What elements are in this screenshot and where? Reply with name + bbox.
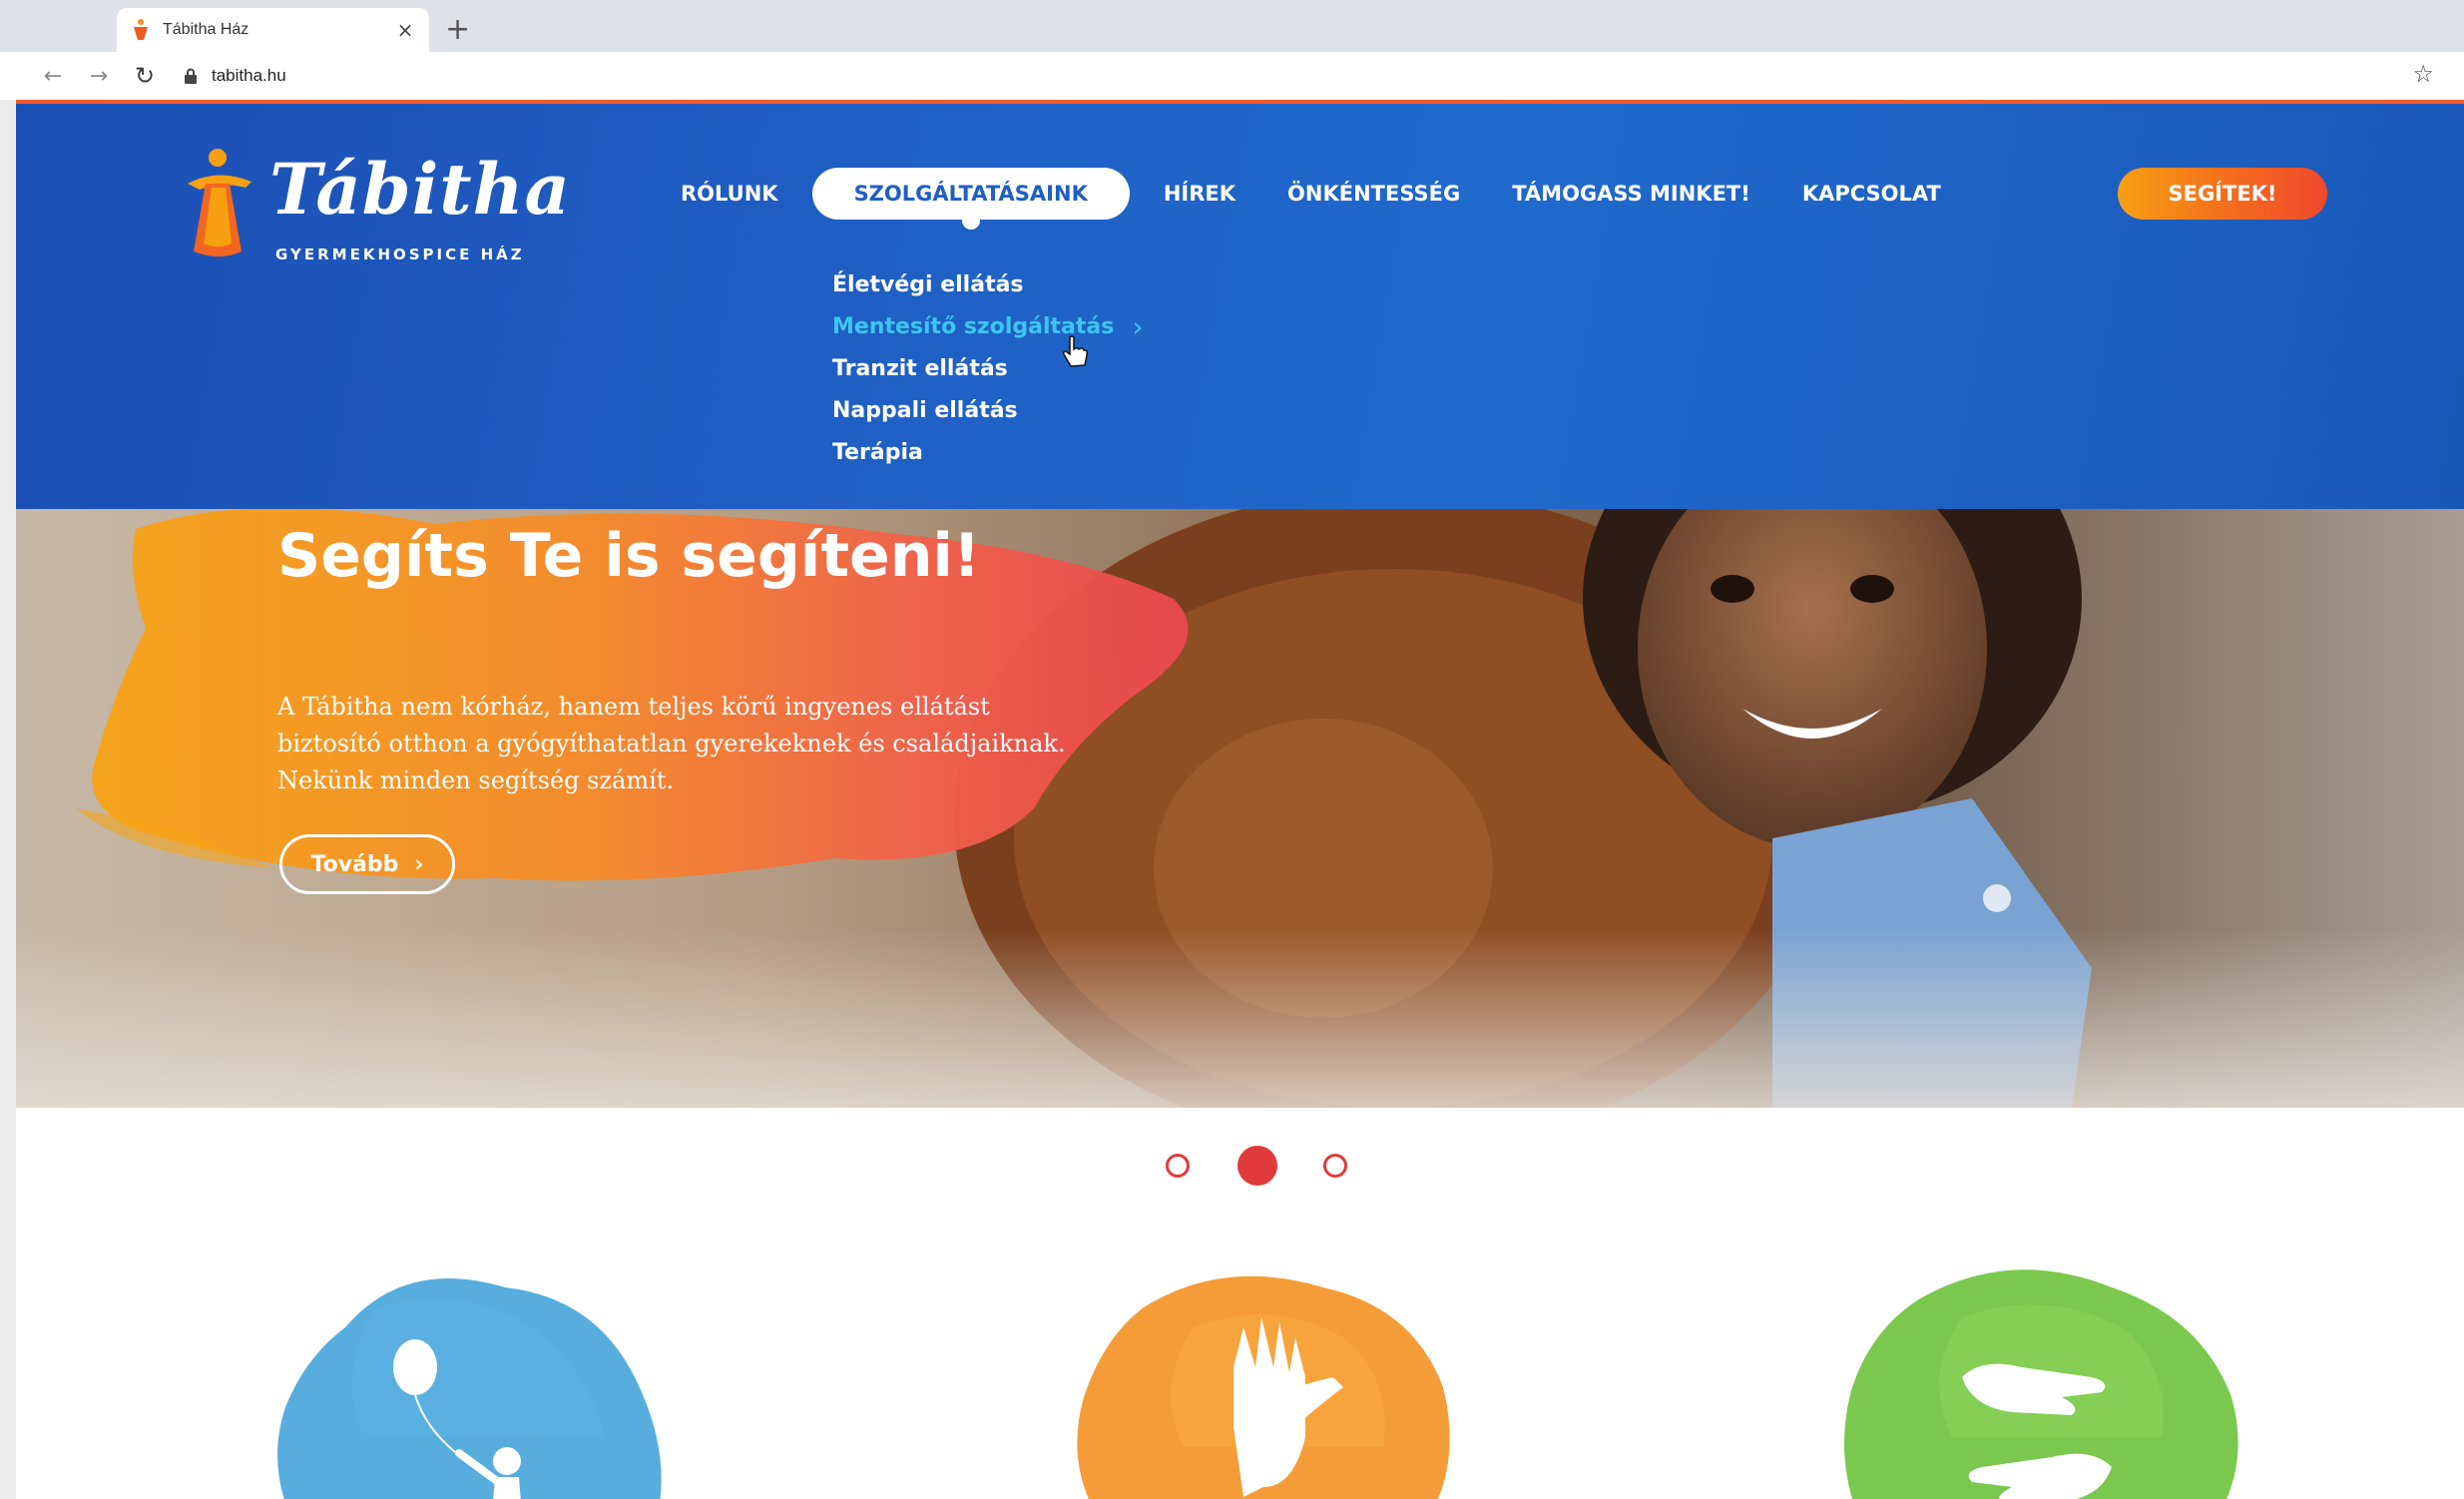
tab-title: Tábitha Ház [163, 21, 249, 38]
feature-card-2[interactable] [1044, 1267, 1503, 1499]
submenu-item-label: Tranzit ellátás [832, 355, 1008, 381]
submenu-item-label: Életvégi ellátás [832, 271, 1024, 297]
tabitha-figure-icon [188, 149, 251, 256]
hero-description-line: biztosító otthon a gyógyíthatatlan gyere… [277, 730, 1066, 757]
nav-item-szolgaltatasaink[interactable]: SZOLGÁLTATÁSAINK [811, 168, 1130, 230]
browser-chrome: Tábitha Ház × + ← → ↻ tabitha.hu ☆ [0, 0, 2464, 100]
services-dropdown: Életvégi ellátás Mentesítő szolgáltatás ›… [832, 263, 1144, 473]
hero-description: A Tábitha nem kórház, hanem teljes körű … [277, 689, 1096, 799]
carousel-dot-1[interactable] [1166, 1154, 1190, 1178]
hero-description-line: Nekünk minden segítség számít. [277, 766, 675, 794]
nav-item-kapcsolat[interactable]: KAPCSOLAT [1776, 168, 1967, 220]
logo-wordmark: Tábitha [269, 148, 571, 231]
hero-floor-fade [16, 928, 2464, 1108]
forward-icon[interactable]: → [76, 64, 122, 89]
helping-hands-icon [1077, 1275, 1450, 1499]
logo-subtitle: GYERMEKHOSPICE HÁZ [275, 246, 525, 263]
child-with-balloon-icon [277, 1278, 662, 1499]
tabitha-favicon-icon [134, 19, 148, 40]
carousel-dot-3[interactable] [1323, 1154, 1347, 1178]
giving-hands-icon [1844, 1269, 2238, 1499]
browser-toolbar: ← → ↻ tabitha.hu ☆ [0, 52, 2464, 100]
browser-tab[interactable]: Tábitha Ház × [117, 8, 429, 52]
address-bar[interactable]: tabitha.hu [184, 59, 2399, 93]
nav-item-rolunk[interactable]: RÓLUNK [655, 168, 804, 220]
nav-item-tamogass-minket[interactable]: TÁMOGASS MINKET! [1486, 168, 1776, 220]
reload-icon[interactable]: ↻ [122, 62, 168, 90]
new-tab-button[interactable]: + [445, 12, 470, 47]
nav-item-onkentesseg[interactable]: ÖNKÉNTESSÉG [1261, 168, 1486, 220]
web-page: Tábitha GYERMEKHOSPICE HÁZ RÓLUNK SZOLGÁ… [16, 100, 2464, 1499]
feature-card-3[interactable] [1812, 1267, 2271, 1499]
submenu-item-label: Nappali ellátás [832, 397, 1018, 423]
submenu-item-eletvegi[interactable]: Életvégi ellátás [832, 263, 1144, 305]
tovabb-button[interactable]: Tovább › [279, 834, 455, 894]
nav-item-hirek[interactable]: HÍREK [1138, 168, 1261, 220]
feature-card-1[interactable] [255, 1267, 715, 1499]
hero-banner: Segíts Te is segíteni! A Tábitha nem kór… [16, 509, 2464, 1108]
main-navigation: RÓLUNK SZOLGÁLTATÁSAINK HÍREK ÖNKÉNTESSÉ… [655, 168, 1967, 230]
site-header: Tábitha GYERMEKHOSPICE HÁZ RÓLUNK SZOLGÁ… [16, 100, 2464, 509]
lock-icon [185, 68, 197, 84]
tab-strip: Tábitha Ház × + [0, 0, 2464, 52]
carousel-pagination [16, 1146, 2464, 1186]
hero-description-line: A Tábitha nem kórház, hanem teljes körű … [277, 693, 990, 721]
segitek-button[interactable]: SEGÍTEK! [2118, 168, 2327, 220]
submenu-item-tranzit[interactable]: Tranzit ellátás [832, 347, 1144, 389]
site-logo[interactable]: Tábitha GYERMEKHOSPICE HÁZ [180, 144, 570, 273]
carousel-dot-2[interactable] [1237, 1146, 1277, 1186]
submenu-item-label: Terápia [832, 439, 923, 465]
back-icon[interactable]: ← [30, 64, 76, 89]
submenu-item-mentesito[interactable]: Mentesítő szolgáltatás › [832, 305, 1144, 347]
submenu-item-nappali[interactable]: Nappali ellátás [832, 389, 1144, 431]
submenu-item-terapia[interactable]: Terápia [832, 431, 1144, 473]
chevron-right-icon: › [414, 851, 424, 877]
hand-cursor-icon [1063, 335, 1088, 367]
tovabb-button-label: Tovább [310, 851, 399, 877]
hero-title: Segíts Te is segíteni! [277, 521, 981, 591]
tab-close-icon[interactable]: × [395, 18, 415, 42]
url-text[interactable]: tabitha.hu [212, 66, 286, 86]
chevron-right-icon: › [1132, 309, 1144, 343]
bookmark-star-icon[interactable]: ☆ [2412, 60, 2434, 88]
